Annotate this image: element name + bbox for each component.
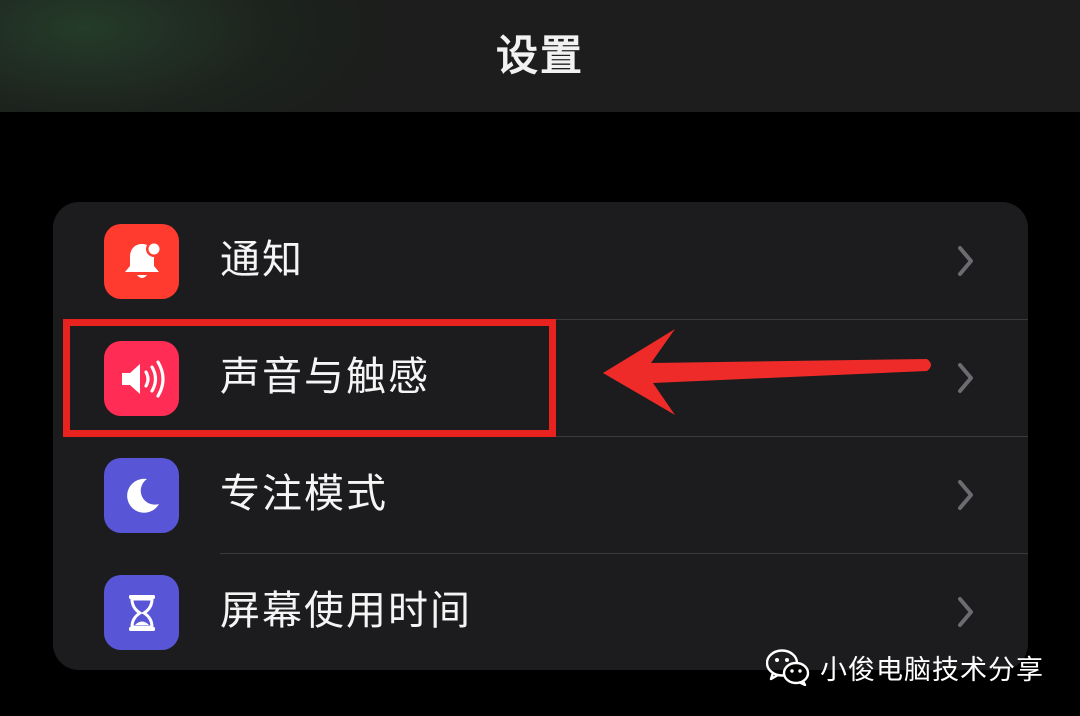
annotation-arrow xyxy=(603,329,931,415)
page-title: 设置 xyxy=(495,31,584,80)
chevron-right-icon xyxy=(958,246,973,276)
settings-item-label: 屏幕使用时间 xyxy=(220,588,472,634)
settings-item-label: 通知 xyxy=(220,237,304,283)
settings-screen: 设置 通知 声音与触感 专注模式 屏幕使用时间 小俊电脑技术分享 xyxy=(0,0,1080,716)
settings-item-label: 专注模式 xyxy=(220,471,388,517)
navigation-bar: 设置 xyxy=(0,0,1080,112)
bell-badge-icon xyxy=(104,224,179,299)
hourglass-icon xyxy=(104,575,179,650)
chevron-right-icon xyxy=(958,363,973,393)
settings-item-focus[interactable]: 专注模式 xyxy=(53,436,1028,553)
wechat-icon xyxy=(766,649,810,686)
chevron-right-icon xyxy=(958,597,973,627)
settings-item-notifications[interactable]: 通知 xyxy=(53,202,1028,319)
moon-icon xyxy=(104,458,179,533)
annotation-highlight-box xyxy=(63,319,556,437)
chevron-right-icon xyxy=(958,480,973,510)
watermark-text: 小俊电脑技术分享 xyxy=(820,654,1044,686)
watermark: 小俊电脑技术分享 xyxy=(766,645,1044,689)
